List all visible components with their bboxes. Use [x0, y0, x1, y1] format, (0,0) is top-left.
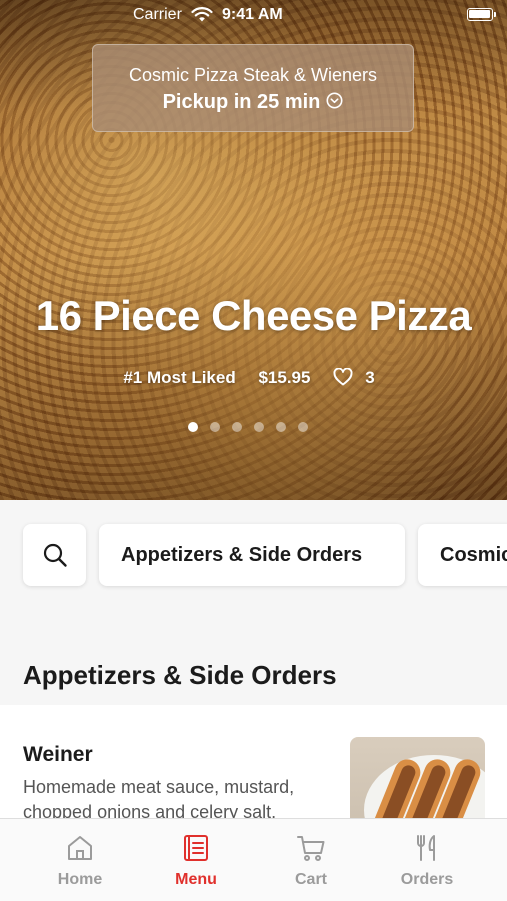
heart-icon	[333, 367, 353, 385]
carousel-dot[interactable]	[298, 422, 308, 432]
featured-price: $15.95	[258, 368, 311, 387]
featured-item-meta: #1 Most Liked $15.95 3	[0, 367, 507, 388]
tab-cart-label: Cart	[294, 871, 327, 888]
pickup-time-selector[interactable]: Pickup in 25 min	[93, 91, 413, 114]
battery-icon	[467, 8, 496, 21]
menu-item-name: Weiner	[23, 743, 93, 766]
status-time: 9:41 AM	[222, 6, 283, 23]
store-pickup-card[interactable]: Cosmic Pizza Steak & Wieners Pickup in 2…	[92, 44, 414, 132]
pickup-time-label: Pickup in 25 min	[162, 91, 321, 113]
carousel-dot[interactable]	[210, 422, 220, 432]
menu-item-card[interactable]: Weiner Homemade meat sauce, mustard, cho…	[0, 705, 507, 837]
cart-icon	[297, 836, 325, 861]
tab-menu-label: Menu	[175, 871, 217, 888]
rank-badge: #1 Most Liked	[123, 368, 236, 387]
carousel-dot[interactable]	[276, 422, 286, 432]
likes-count: 3	[365, 368, 375, 387]
menu-book-icon	[184, 835, 208, 861]
featured-item-title: 16 Piece Cheese Pizza	[35, 292, 472, 339]
search-icon	[43, 543, 67, 567]
likes-count-group: 3	[333, 367, 383, 388]
status-bar: Carrier 9:41 AM	[0, 0, 507, 30]
carousel-dot[interactable]	[232, 422, 242, 432]
search-button[interactable]	[23, 524, 86, 586]
category-chip-cosmic[interactable]: Cosmic Pizza	[418, 524, 507, 586]
carousel-dot[interactable]	[254, 422, 264, 432]
carrier-label: Carrier	[133, 6, 182, 23]
hero-banner[interactable]: Carrier 9:41 AM Cosmic Pizza Steak & Wie…	[0, 0, 507, 500]
category-chip-appetizers[interactable]: Appetizers & Side Orders	[99, 524, 405, 586]
tab-home[interactable]: Home	[17, 819, 143, 901]
tab-orders-label: Orders	[400, 871, 454, 888]
tab-cart[interactable]: Cart	[248, 819, 374, 901]
wifi-icon	[191, 7, 213, 22]
chevron-down-circle-icon	[326, 92, 343, 109]
bottom-tab-bar: Home Menu Cart Orders	[0, 818, 507, 901]
home-icon	[68, 836, 92, 860]
tab-menu[interactable]: Menu	[133, 819, 259, 901]
fork-knife-icon	[417, 835, 435, 861]
tab-home-label: Home	[57, 871, 103, 888]
tab-orders[interactable]: Orders	[364, 819, 490, 901]
section-title: Appetizers & Side Orders	[23, 660, 337, 690]
carousel-dot[interactable]	[188, 422, 198, 432]
store-name: Cosmic Pizza Steak & Wieners	[128, 65, 378, 85]
category-bar: Appetizers & Side Orders Cosmic Pizza	[0, 500, 507, 610]
